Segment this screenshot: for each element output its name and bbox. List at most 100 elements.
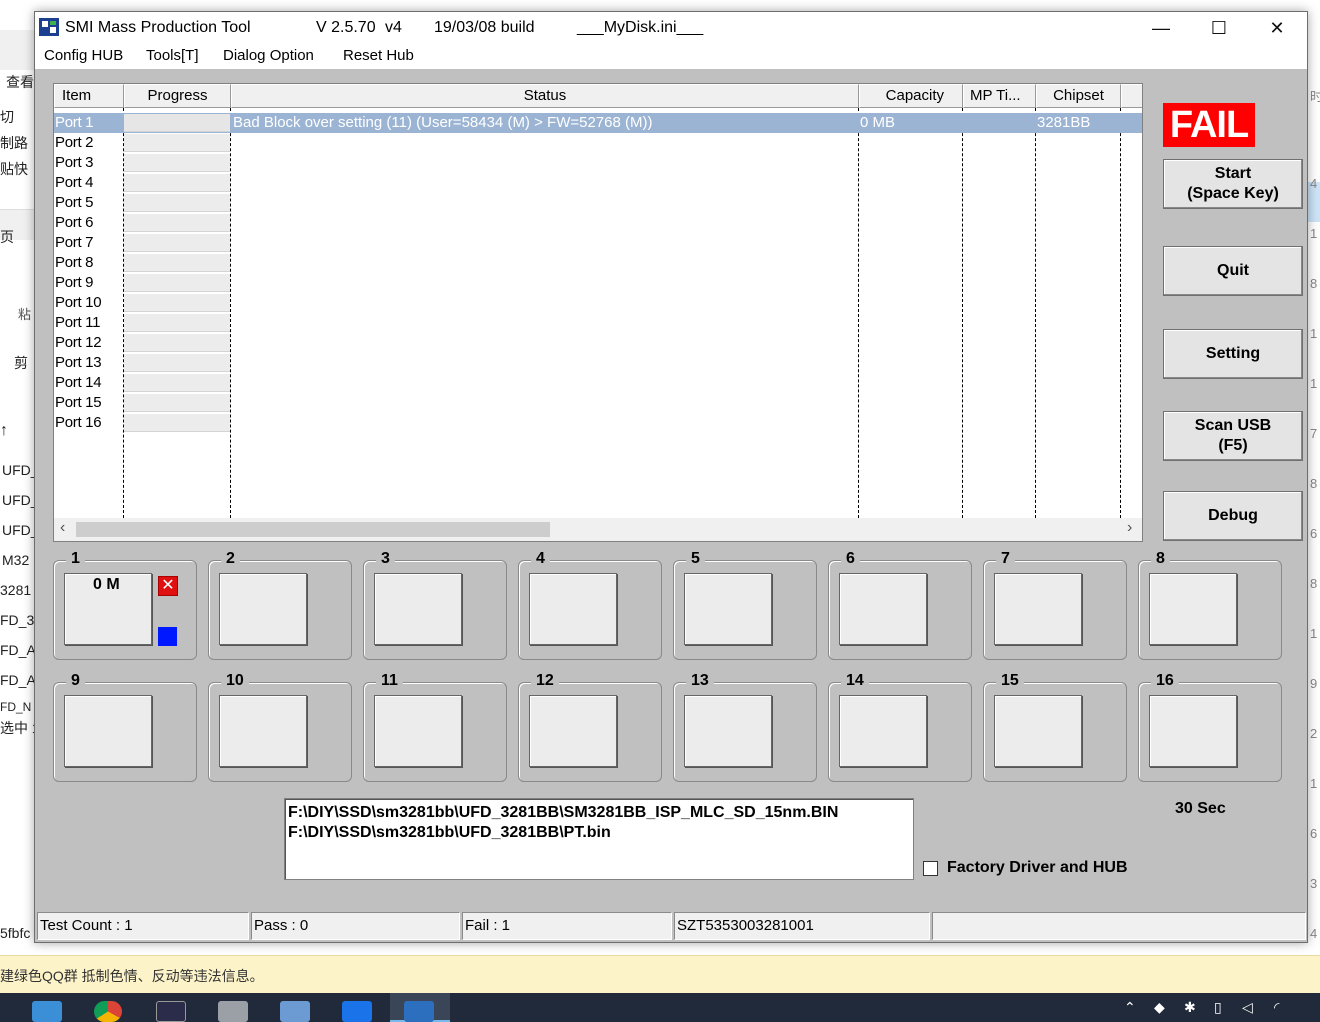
table-row[interactable]: Port 6 [54,213,1142,233]
table-row[interactable]: Port 14 [54,373,1142,393]
minimize-button[interactable]: — [1132,12,1190,44]
tray-chevron-up-icon[interactable]: ⌃ [1124,999,1136,1016]
port-box-3: 3 [363,550,507,660]
port-number: 7 [996,550,1015,568]
table-row[interactable]: Port 13 [54,353,1142,373]
menu-tools[interactable]: Tools[T] [146,47,199,64]
port-slot[interactable] [1149,695,1237,767]
port-slot[interactable] [684,573,772,645]
table-row[interactable]: Port 9 [54,273,1142,293]
app-logo-icon [39,18,59,36]
port-slot[interactable] [839,573,927,645]
row-progress-bar [124,214,230,232]
menu-config-hub[interactable]: Config HUB [44,47,123,64]
row-progress-bar [124,194,230,212]
port-number: 13 [686,672,714,690]
bg-digit: 8 [1310,576,1318,591]
background-explorer-left: 查看 切 制路 贴快 页 粘 剪 ↑ UFD_ UFD_ UFD_ M32 32… [0,30,36,955]
device-icon[interactable] [218,1001,248,1022]
table-row[interactable]: Port 11 [54,313,1142,333]
menu-reset-hub[interactable]: Reset Hub [343,47,414,64]
bg-digit: 3 [1310,876,1318,891]
table-row[interactable]: Port 2 [54,133,1142,153]
tray-volume-icon[interactable]: ◁ [1242,999,1253,1016]
quit-button[interactable]: Quit [1163,246,1303,296]
table-row[interactable]: Port 8 [54,253,1142,273]
row-item: Port 13 [55,354,102,371]
table-row[interactable]: Port 10 [54,293,1142,313]
bg-text: 查看 [6,74,34,90]
table-row[interactable]: Port 12 [54,333,1142,353]
bg-digit: 8 [1310,276,1318,291]
status-extra [932,912,1306,940]
port-slot[interactable]: 0 M [64,573,152,645]
table-row[interactable]: Port 15 [54,393,1142,413]
port-box-11: 11 [363,672,507,782]
table-row-port-1[interactable]: Port 1 Bad Block over setting (11) (User… [54,113,1142,133]
factory-driver-checkbox[interactable] [923,860,938,876]
table-row[interactable]: Port 16 [54,413,1142,433]
port-slot[interactable] [529,573,617,645]
port-slot[interactable] [994,695,1082,767]
debug-button[interactable]: Debug [1163,491,1303,541]
maximize-button[interactable]: ☐ [1190,12,1248,44]
close-button[interactable]: ✕ [1248,12,1306,44]
mail-icon[interactable] [32,1001,62,1022]
port-slot[interactable] [64,695,152,767]
column-header-status[interactable]: Status [231,84,859,108]
port-slot[interactable] [1149,573,1237,645]
terminal-icon[interactable] [156,1001,186,1022]
column-header-chipset[interactable]: Chipset [1036,84,1121,108]
port-box-13: 13 [673,672,817,782]
scroll-right-icon[interactable]: › [1127,519,1132,537]
scan-usb-button[interactable]: Scan USB (F5) [1163,411,1303,461]
row-item: Port 16 [55,414,102,431]
horizontal-scrollbar[interactable]: ‹ › [54,518,1142,541]
firmware-file-list[interactable]: F:\DIY\SSD\sm3281bb\UFD_3281BB\SM3281BB_… [284,798,914,880]
bg-text: 选中 1 [0,720,36,736]
disk-tool-icon[interactable] [280,1001,310,1022]
scroll-left-icon[interactable]: ‹ [60,519,65,537]
port-box-4: 4 [518,550,662,660]
menu-bar: Config HUB Tools[T] Dialog Option Reset … [35,44,1307,69]
table-row[interactable]: Port 5 [54,193,1142,213]
tray-bluetooth-icon[interactable]: ✱ [1184,999,1196,1016]
table-row[interactable]: Port 3 [54,153,1142,173]
port-box-12: 12 [518,672,662,782]
row-item: Port 14 [55,374,102,391]
port-slot[interactable] [374,573,462,645]
port-list-view[interactable]: Item Progress Status Capacity MP Ti... C… [53,83,1143,542]
column-header-mp-time[interactable]: MP Ti... [963,84,1036,108]
row-progress-bar [124,374,230,392]
column-header-capacity[interactable]: Capacity [859,84,963,108]
table-row[interactable]: Port 7 [54,233,1142,253]
smi-tool-taskbar-icon[interactable] [404,1001,434,1022]
port-slot[interactable] [839,695,927,767]
column-header-progress[interactable]: Progress [124,84,231,108]
table-row[interactable]: Port 4 [54,173,1142,193]
chrome-icon[interactable] [94,1001,122,1022]
tray-usb-icon[interactable]: ▯ [1214,999,1222,1016]
tray-cat-icon[interactable]: ◆ [1154,999,1165,1016]
tray-network-icon[interactable]: ◜ [1274,999,1279,1016]
port-slot[interactable] [529,695,617,767]
port-slot[interactable] [219,573,307,645]
window-title-build: 19/03/08 build [434,19,535,36]
row-progress-bar [124,154,230,172]
menu-dialog-option[interactable]: Dialog Option [223,47,314,64]
row-progress-bar [124,314,230,332]
start-button[interactable]: Start (Space Key) [1163,159,1303,209]
port-slot[interactable] [994,573,1082,645]
bg-digit: 1 [1310,776,1318,791]
scrollbar-thumb[interactable] [76,522,550,537]
port-slot[interactable] [684,695,772,767]
factory-driver-option[interactable]: Factory Driver and HUB [923,859,1128,877]
row-progress-bar [124,354,230,372]
title-bar: SMI Mass Production Tool V 2.5.70 v4 19/… [35,12,1307,44]
app-star-icon[interactable] [342,1001,372,1022]
column-header-item[interactable]: Item [54,84,124,108]
bg-text: 3281 [0,582,32,598]
port-slot[interactable] [374,695,462,767]
setting-button[interactable]: Setting [1163,329,1303,379]
port-slot[interactable] [219,695,307,767]
